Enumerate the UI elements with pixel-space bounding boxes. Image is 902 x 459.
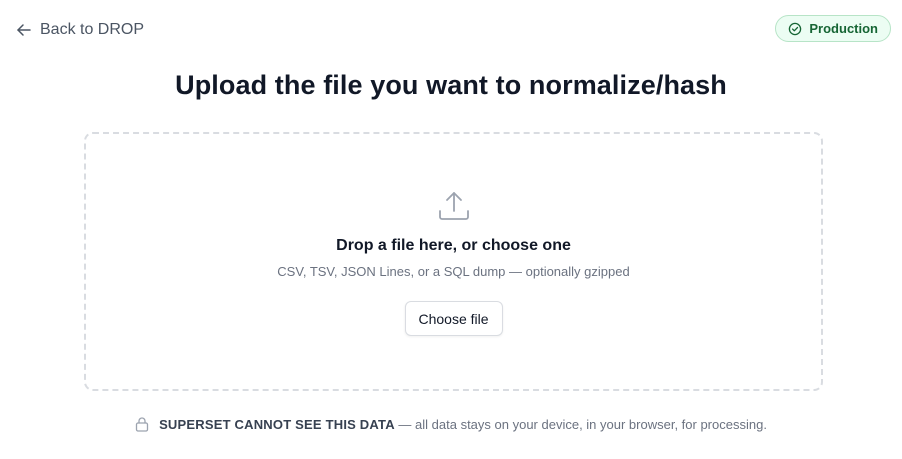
check-circle-icon: [788, 22, 802, 36]
upload-icon: [437, 189, 471, 223]
environment-badge-label: Production: [809, 21, 878, 36]
page-title: Upload the file you want to normalize/ha…: [175, 70, 727, 100]
drop-zone-heading: Drop a file here, or choose one: [336, 237, 571, 254]
upload-page: Back to DROP Production Upload the file …: [0, 0, 902, 459]
lock-icon: [135, 416, 149, 432]
back-link[interactable]: Back to DROP: [16, 18, 144, 42]
privacy-rest-text: — all data stays on your device, in your…: [398, 416, 767, 432]
arrow-left-icon: [16, 22, 32, 38]
privacy-text: SUPERSET CANNOT SEE THIS DATA — all data…: [159, 417, 767, 432]
file-drop-zone[interactable]: Drop a file here, or choose one CSV, TSV…: [84, 132, 823, 391]
back-link-label: Back to DROP: [40, 21, 145, 38]
drop-zone-hint: CSV, TSV, JSON Lines, or a SQL dump — op…: [277, 264, 630, 279]
environment-badge: Production: [775, 15, 891, 42]
privacy-strong-text: SUPERSET CANNOT SEE THIS DATA: [159, 416, 395, 432]
choose-file-button[interactable]: Choose file: [404, 301, 503, 336]
privacy-note: SUPERSET CANNOT SEE THIS DATA — all data…: [0, 416, 902, 432]
